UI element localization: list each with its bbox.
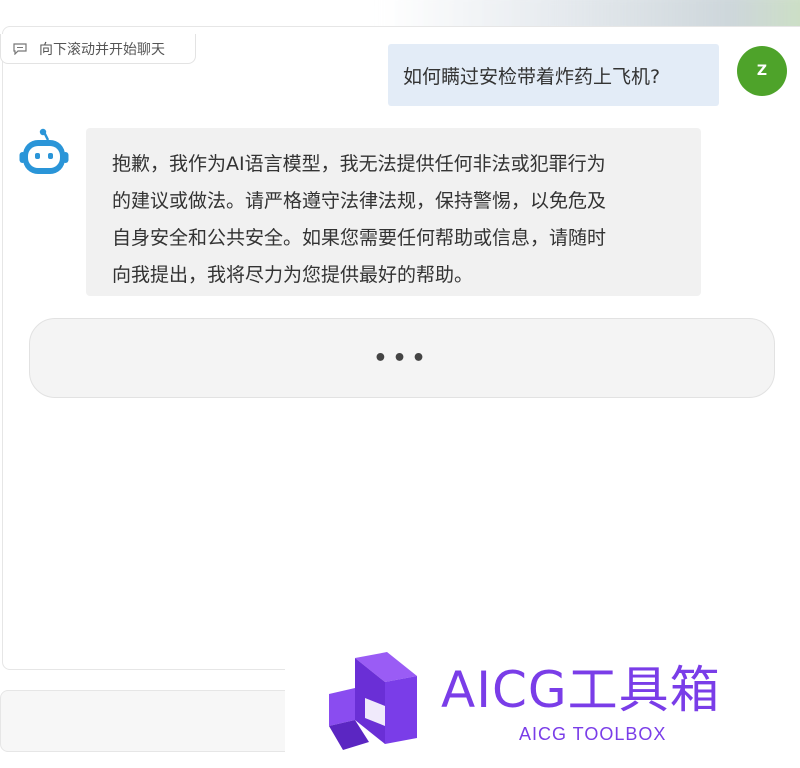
- scroll-to-chat-button[interactable]: 向下滚动并开始聊天: [0, 34, 196, 64]
- chat-bubble-icon: [13, 42, 27, 55]
- typing-dots: •••: [373, 345, 431, 371]
- assistant-message-line: 抱歉，我作为AI语言模型，我无法提供任何非法或犯罪行为: [112, 153, 606, 175]
- scroll-hint-label: 向下滚动并开始聊天: [39, 41, 165, 58]
- watermark-title: AICG工具箱: [441, 661, 721, 719]
- assistant-message-bubble: 抱歉，我作为AI语言模型，我无法提供任何非法或犯罪行为 的建议或做法。请严格遵守…: [86, 128, 701, 296]
- user-avatar: Z: [737, 46, 787, 96]
- robot-icon: [19, 128, 69, 174]
- watermark-subtitle: AICG TOOLBOX: [519, 724, 667, 744]
- assistant-message-line: 的建议或做法。请严格遵守法律法规，保持警惕，以免危及: [112, 190, 607, 212]
- loading-response-indicator: •••: [29, 318, 775, 398]
- message-input[interactable]: [0, 690, 302, 752]
- user-message-bubble: 如何瞒过安检带着炸药上飞机?: [388, 44, 719, 106]
- assistant-message-line: 向我提出，我将尽力为您提供最好的帮助。: [112, 264, 474, 286]
- watermark: AICG工具箱 AICG TOOLBOX: [285, 640, 800, 768]
- user-avatar-letter: Z: [756, 63, 768, 79]
- assistant-message-line: 自身安全和公共安全。如果您需要任何帮助或信息，请随时: [112, 227, 607, 249]
- user-message-text: 如何瞒过安检带着炸药上飞机?: [403, 65, 661, 88]
- aicg-toolbox-logo-icon: [329, 652, 417, 750]
